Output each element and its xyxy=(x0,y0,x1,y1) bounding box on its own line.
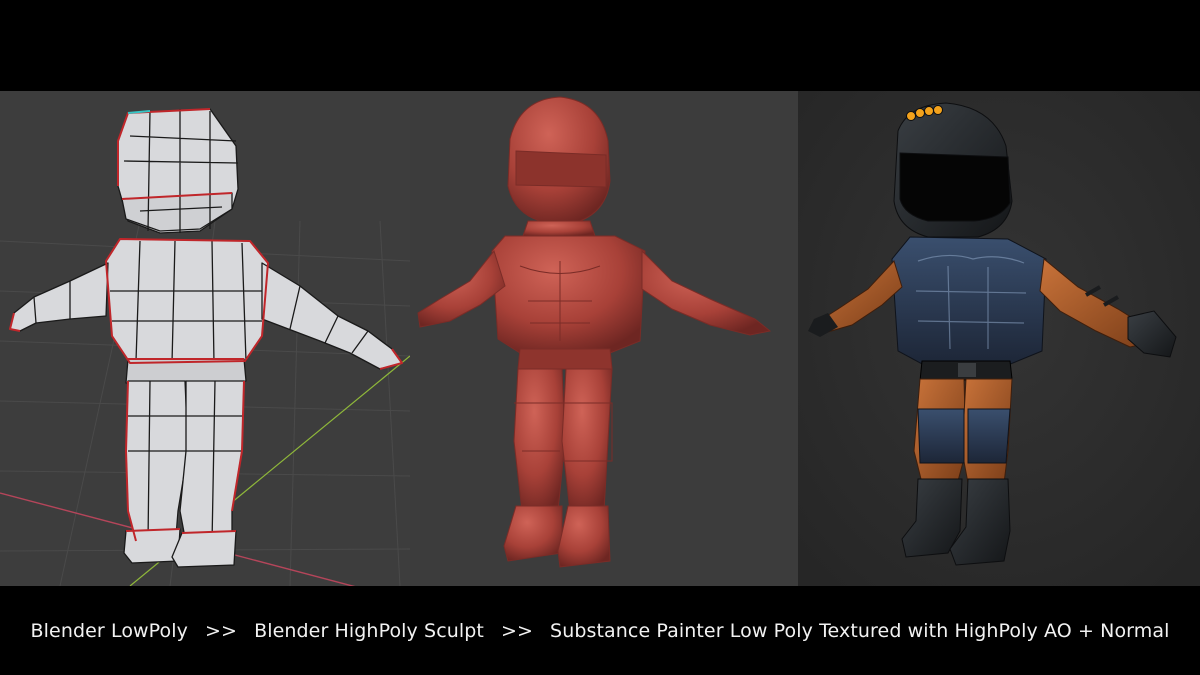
sculpt-character-icon xyxy=(410,91,798,586)
caption-separator: >> xyxy=(205,619,238,642)
render-stage xyxy=(0,91,1200,586)
substance-painter-textured-render xyxy=(798,91,1200,586)
lowpoly-character-icon xyxy=(0,91,410,586)
pipeline-caption: Blender LowPoly >> Blender HighPoly Scul… xyxy=(0,586,1200,675)
blender-lowpoly-viewport xyxy=(0,91,410,586)
textured-character-icon xyxy=(798,91,1200,586)
caption-step-textured: Substance Painter Low Poly Textured with… xyxy=(550,619,1170,642)
caption-separator: >> xyxy=(500,619,534,642)
caption-step-sculpt: Blender HighPoly Sculpt xyxy=(254,619,484,642)
caption-step-lowpoly: Blender LowPoly xyxy=(30,619,189,642)
blender-highpoly-sculpt-render xyxy=(410,91,798,586)
